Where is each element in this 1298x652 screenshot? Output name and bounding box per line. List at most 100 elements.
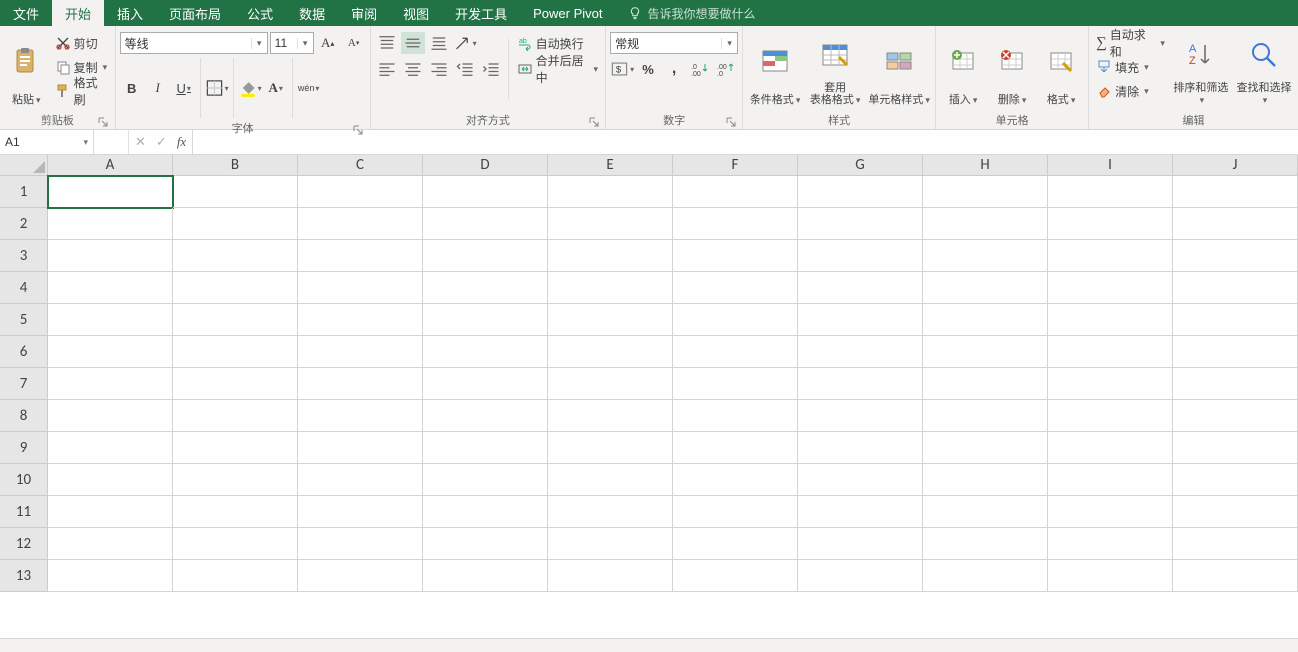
cell[interactable] bbox=[298, 336, 423, 368]
column-header[interactable]: F bbox=[673, 155, 798, 176]
cell[interactable] bbox=[1173, 400, 1298, 432]
cell[interactable] bbox=[1048, 304, 1173, 336]
cell[interactable] bbox=[1173, 496, 1298, 528]
row-header[interactable]: 13 bbox=[0, 560, 48, 592]
column-header[interactable]: H bbox=[923, 155, 1048, 176]
horizontal-scrollbar[interactable] bbox=[0, 638, 1298, 652]
cell[interactable] bbox=[1173, 368, 1298, 400]
underline-button[interactable]: U bbox=[172, 77, 196, 99]
cell[interactable] bbox=[423, 464, 548, 496]
cell[interactable] bbox=[673, 176, 798, 208]
cell[interactable] bbox=[298, 240, 423, 272]
cell[interactable] bbox=[798, 400, 923, 432]
align-top-button[interactable] bbox=[375, 32, 399, 54]
cell[interactable] bbox=[173, 528, 298, 560]
cell[interactable] bbox=[798, 496, 923, 528]
cell[interactable] bbox=[298, 432, 423, 464]
cell[interactable] bbox=[798, 368, 923, 400]
cell[interactable] bbox=[48, 560, 173, 592]
font-color-button[interactable]: A bbox=[264, 77, 288, 99]
clear-button[interactable]: 清除 bbox=[1093, 80, 1168, 102]
cell[interactable] bbox=[1173, 528, 1298, 560]
cell[interactable] bbox=[423, 560, 548, 592]
cell[interactable] bbox=[923, 208, 1048, 240]
cell[interactable] bbox=[173, 272, 298, 304]
cell[interactable] bbox=[1048, 368, 1173, 400]
sort-filter-button[interactable]: AZ 排序和筛选 bbox=[1171, 28, 1231, 108]
row-header[interactable]: 1 bbox=[0, 176, 48, 208]
align-center-button[interactable] bbox=[401, 58, 425, 80]
chevron-down-icon[interactable]: ▾ bbox=[721, 38, 737, 49]
tab-power-pivot[interactable]: Power Pivot bbox=[520, 0, 615, 26]
cell[interactable] bbox=[423, 240, 548, 272]
row-header[interactable]: 8 bbox=[0, 400, 48, 432]
align-right-button[interactable] bbox=[427, 58, 451, 80]
cell[interactable] bbox=[923, 176, 1048, 208]
cell[interactable] bbox=[298, 400, 423, 432]
cell[interactable] bbox=[923, 400, 1048, 432]
cell[interactable] bbox=[798, 560, 923, 592]
bold-button[interactable]: B bbox=[120, 77, 144, 99]
cell[interactable] bbox=[1173, 432, 1298, 464]
column-header[interactable]: G bbox=[798, 155, 923, 176]
cell[interactable] bbox=[673, 496, 798, 528]
cell[interactable] bbox=[1173, 176, 1298, 208]
cell[interactable] bbox=[548, 368, 673, 400]
cell[interactable] bbox=[1048, 528, 1173, 560]
align-bottom-button[interactable] bbox=[427, 32, 451, 54]
cell[interactable] bbox=[548, 176, 673, 208]
cell[interactable] bbox=[548, 400, 673, 432]
cell[interactable] bbox=[48, 400, 173, 432]
find-select-button[interactable]: 查找和选择 bbox=[1234, 28, 1294, 108]
cell[interactable] bbox=[423, 528, 548, 560]
orientation-button[interactable] bbox=[453, 32, 477, 54]
format-as-table-button[interactable]: 套用 表格格式 bbox=[806, 28, 864, 108]
cell[interactable] bbox=[548, 432, 673, 464]
cell[interactable] bbox=[1173, 272, 1298, 304]
cell[interactable] bbox=[923, 368, 1048, 400]
cell[interactable] bbox=[48, 240, 173, 272]
cell[interactable] bbox=[923, 304, 1048, 336]
cell[interactable] bbox=[173, 560, 298, 592]
cell[interactable] bbox=[298, 560, 423, 592]
tab-data[interactable]: 数据 bbox=[286, 0, 338, 26]
merge-center-button[interactable]: 合并后居中 bbox=[514, 58, 602, 80]
phonetic-guide-button[interactable]: wén bbox=[297, 77, 321, 99]
cell[interactable] bbox=[923, 336, 1048, 368]
row-header[interactable]: 7 bbox=[0, 368, 48, 400]
cell[interactable] bbox=[173, 240, 298, 272]
tell-me-search[interactable]: 告诉我你想要做什么 bbox=[628, 0, 756, 26]
cell[interactable] bbox=[173, 496, 298, 528]
row-header[interactable]: 4 bbox=[0, 272, 48, 304]
cell[interactable] bbox=[548, 208, 673, 240]
cell[interactable] bbox=[673, 208, 798, 240]
align-left-button[interactable] bbox=[375, 58, 399, 80]
cell[interactable] bbox=[798, 240, 923, 272]
cell[interactable] bbox=[48, 368, 173, 400]
spreadsheet-grid[interactable]: ABCDEFGHIJ 12345678910111213 bbox=[0, 155, 1298, 638]
cell[interactable] bbox=[1048, 176, 1173, 208]
cell[interactable] bbox=[173, 432, 298, 464]
format-painter-button[interactable]: 格式刷 bbox=[52, 80, 111, 102]
cell[interactable] bbox=[48, 304, 173, 336]
column-header[interactable]: I bbox=[1048, 155, 1173, 176]
cell[interactable] bbox=[798, 464, 923, 496]
cell[interactable] bbox=[423, 208, 548, 240]
cell[interactable] bbox=[923, 240, 1048, 272]
column-header[interactable]: E bbox=[548, 155, 673, 176]
cell[interactable] bbox=[173, 400, 298, 432]
chevron-down-icon[interactable]: ▾ bbox=[83, 137, 88, 148]
cell[interactable] bbox=[298, 272, 423, 304]
increase-indent-button[interactable] bbox=[479, 58, 503, 80]
tab-insert[interactable]: 插入 bbox=[104, 0, 156, 26]
cell[interactable] bbox=[798, 176, 923, 208]
row-header[interactable]: 2 bbox=[0, 208, 48, 240]
cell[interactable] bbox=[673, 336, 798, 368]
tab-review[interactable]: 审阅 bbox=[338, 0, 390, 26]
number-dialog-launcher[interactable] bbox=[725, 116, 736, 127]
fill-button[interactable]: 填充 bbox=[1093, 56, 1168, 78]
percent-button[interactable]: % bbox=[636, 58, 660, 80]
cell[interactable] bbox=[423, 336, 548, 368]
insert-cells-button[interactable]: 插入 bbox=[940, 28, 986, 108]
cell[interactable] bbox=[548, 336, 673, 368]
